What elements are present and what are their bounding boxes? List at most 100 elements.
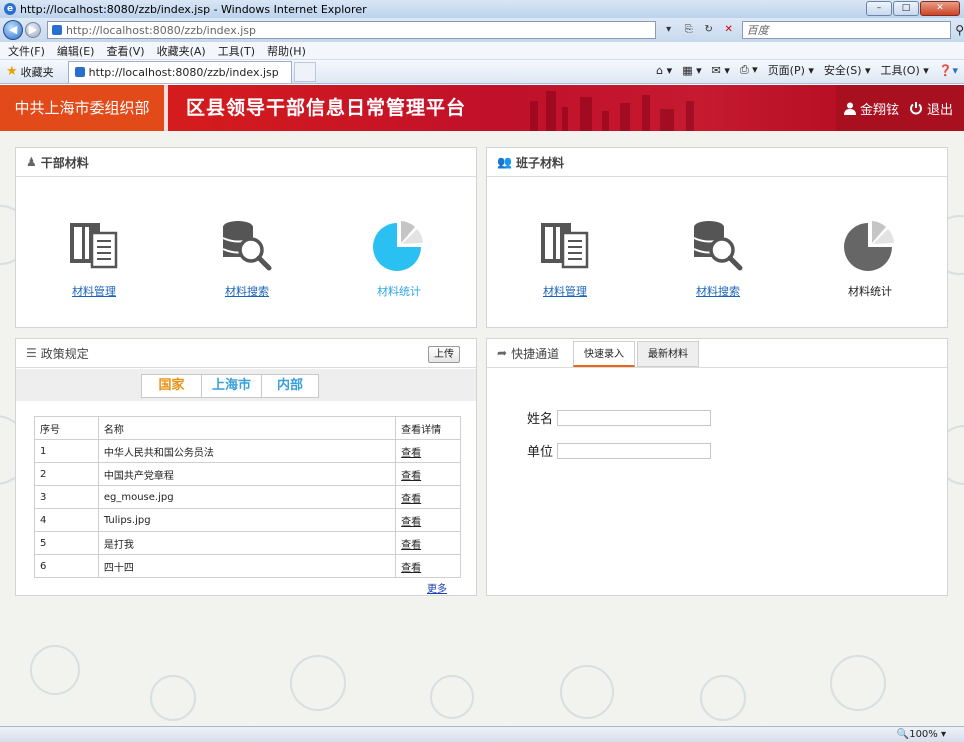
pie-chart-icon xyxy=(844,221,894,271)
material-manage-link[interactable]: 材料管理 xyxy=(44,283,144,299)
more-link[interactable]: 更多 xyxy=(427,580,447,595)
cell-action: 查看 xyxy=(395,531,461,555)
cell-name: 中华人民共和国公务员法 xyxy=(97,439,397,463)
view-link[interactable]: 查看 xyxy=(401,471,421,482)
view-link[interactable]: 查看 xyxy=(401,494,421,505)
name-field-row: 姓名 xyxy=(527,408,712,427)
table-row: 6 四十四 查看 xyxy=(34,554,461,578)
page-viewport: 中共上海市委组织部 区县领导干部信息日常管理平台 金翔铉 退出 ♟ 干部材料 材… xyxy=(0,85,964,726)
material-manage-link[interactable]: 材料管理 xyxy=(515,283,615,299)
database-search-icon xyxy=(222,221,272,271)
search-input[interactable]: 百度 xyxy=(741,21,952,39)
table-row: 5 是打我 查看 xyxy=(34,531,461,555)
skyline-decoration xyxy=(510,91,730,131)
menu-file[interactable]: 文件(F) xyxy=(8,43,45,59)
panel-title: 干部材料 xyxy=(40,155,89,170)
zoom-control[interactable]: 🔍100% ▾ xyxy=(897,729,946,740)
page-icon xyxy=(51,25,62,35)
stop-icon[interactable]: ✕ xyxy=(720,21,738,39)
tab-latest-materials[interactable]: 最新材料 xyxy=(637,341,699,367)
address-text: http://localhost:8080/zzb/index.jsp xyxy=(65,23,257,37)
upload-button[interactable]: 上传 xyxy=(428,346,460,363)
document-stack-icon xyxy=(541,223,589,269)
share-icon: ➦ xyxy=(497,346,508,360)
bg-swirl xyxy=(150,675,196,721)
unit-input[interactable] xyxy=(557,442,712,459)
maximize-button[interactable]: □ xyxy=(893,1,919,16)
tab-shanghai[interactable]: 上海市 xyxy=(202,375,262,397)
col-detail: 查看详情 xyxy=(395,416,461,440)
bg-swirl xyxy=(430,675,474,719)
page-menu[interactable]: 页面(P) ▾ xyxy=(768,62,814,78)
menu-bar: 文件(F) 编辑(E) 查看(V) 收藏夹(A) 工具(T) 帮助(H) xyxy=(0,42,964,60)
material-search-link[interactable]: 材料搜索 xyxy=(668,283,768,299)
platform-title: 区县领导干部信息日常管理平台 xyxy=(186,97,467,119)
tab-quick-entry[interactable]: 快速录入 xyxy=(573,341,635,367)
browser-tab[interactable]: http://localhost:8080/zzb/index.jsp xyxy=(67,60,292,83)
view-link[interactable]: 查看 xyxy=(401,448,421,459)
feeds-icon[interactable]: ▦ ▾ xyxy=(682,64,701,77)
favorites-button[interactable]: 收藏夹 xyxy=(21,64,54,80)
back-icon[interactable]: ◀ xyxy=(3,20,23,40)
menu-favorites[interactable]: 收藏夹(A) xyxy=(157,43,206,59)
logout-link[interactable]: 退出 xyxy=(927,99,953,118)
cell-action: 查看 xyxy=(395,508,461,532)
cell-no: 1 xyxy=(34,439,99,463)
group-icon: 👥 xyxy=(497,155,512,169)
cell-action: 查看 xyxy=(395,554,461,578)
material-manage-item[interactable]: 材料管理 xyxy=(515,219,615,299)
material-manage-item[interactable]: 材料管理 xyxy=(44,219,144,299)
new-tab-button[interactable] xyxy=(293,61,316,82)
region-tabs: 国家 上海市 内部 xyxy=(141,374,319,398)
mail-icon[interactable]: ✉ ▾ xyxy=(712,64,730,77)
view-link[interactable]: 查看 xyxy=(401,563,421,574)
dropdown-icon[interactable]: ▾ xyxy=(660,21,678,39)
quick-tabs: 快速录入 最新材料 xyxy=(573,341,701,367)
search-icon[interactable]: ⚲ xyxy=(955,23,964,37)
view-link[interactable]: 查看 xyxy=(401,517,421,528)
cell-name: Tulips.jpg xyxy=(97,508,397,532)
unit-field-row: 单位 xyxy=(527,441,712,460)
close-button[interactable]: ✕ xyxy=(920,1,960,16)
material-stats-item[interactable]: 材料统计 xyxy=(820,219,920,299)
home-icon[interactable]: ⌂ ▾ xyxy=(656,64,672,77)
help-icon[interactable]: ❓▾ xyxy=(939,64,958,77)
bg-swirl xyxy=(700,675,746,721)
cell-name: 是打我 xyxy=(97,531,397,555)
compat-icon[interactable]: ⎘ xyxy=(680,21,698,39)
power-icon[interactable] xyxy=(909,101,923,115)
material-stats-item[interactable]: 材料统计 xyxy=(349,219,449,299)
menu-tools[interactable]: 工具(T) xyxy=(218,43,255,59)
tab-national[interactable]: 国家 xyxy=(142,375,202,397)
star-icon[interactable]: ★ xyxy=(6,64,18,79)
material-stats-label[interactable]: 材料统计 xyxy=(820,283,920,299)
user-name[interactable]: 金翔铉 xyxy=(860,99,899,118)
database-search-icon xyxy=(693,221,743,271)
menu-help[interactable]: 帮助(H) xyxy=(267,43,306,59)
window-title: http://localhost:8080/zzb/index.jsp - Wi… xyxy=(20,2,367,16)
safety-menu[interactable]: 安全(S) ▾ xyxy=(824,62,871,78)
tools-menu[interactable]: 工具(O) ▾ xyxy=(881,62,929,78)
name-input[interactable] xyxy=(557,409,712,426)
material-search-item[interactable]: 材料搜索 xyxy=(668,219,768,299)
tab-internal[interactable]: 内部 xyxy=(262,375,318,397)
cell-no: 4 xyxy=(34,508,99,532)
print-icon[interactable]: ⎙ ▾ xyxy=(740,63,758,77)
panel-header: ☰ 政策规定 xyxy=(16,339,476,368)
material-stats-link[interactable]: 材料统计 xyxy=(349,283,449,299)
address-input[interactable]: http://localhost:8080/zzb/index.jsp xyxy=(46,21,656,39)
material-search-link[interactable]: 材料搜索 xyxy=(197,283,297,299)
cell-name: eg_mouse.jpg xyxy=(97,485,397,509)
panel-title: 政策规定 xyxy=(40,346,89,361)
site-header: 中共上海市委组织部 区县领导干部信息日常管理平台 金翔铉 退出 xyxy=(0,85,964,131)
minimize-button[interactable]: – xyxy=(866,1,892,16)
material-search-item[interactable]: 材料搜索 xyxy=(197,219,297,299)
refresh-icon[interactable]: ↻ xyxy=(700,21,718,39)
view-link[interactable]: 查看 xyxy=(401,540,421,551)
policy-panel: ☰ 政策规定 上传 国家 上海市 内部 序号 名称 查看详情 1 中华人民共和国… xyxy=(15,338,477,596)
table-header-row: 序号 名称 查看详情 xyxy=(34,416,461,440)
menu-view[interactable]: 查看(V) xyxy=(106,43,144,59)
menu-edit[interactable]: 编辑(E) xyxy=(57,43,95,59)
forward-icon[interactable]: ▶ xyxy=(24,22,41,38)
tab-title: http://localhost:8080/zzb/index.jsp xyxy=(88,65,279,79)
